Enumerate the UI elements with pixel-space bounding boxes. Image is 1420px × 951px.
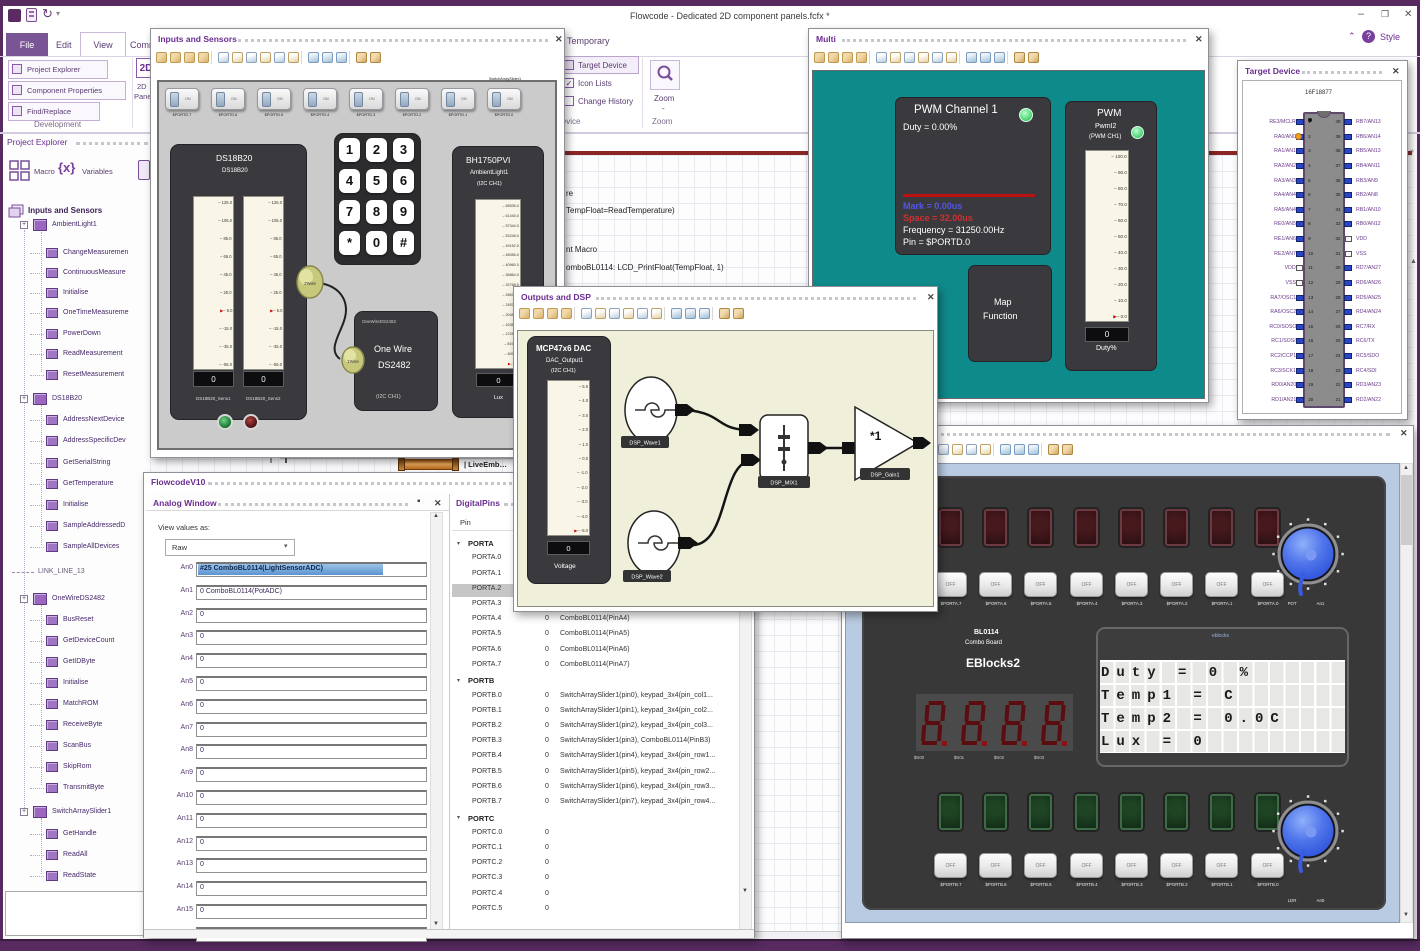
svg-text:DSP_MIX1: DSP_MIX1 — [770, 481, 797, 487]
svg-text:1Wire: 1Wire — [347, 359, 359, 364]
svg-text:*1: *1 — [870, 429, 882, 443]
svg-text:DSP_Wave2: DSP_Wave2 — [631, 575, 662, 581]
svg-text:2Wire: 2Wire — [304, 281, 316, 286]
svg-text:DSP_Gain1: DSP_Gain1 — [870, 473, 899, 479]
svg-text:DSP_Wave1: DSP_Wave1 — [629, 441, 660, 447]
